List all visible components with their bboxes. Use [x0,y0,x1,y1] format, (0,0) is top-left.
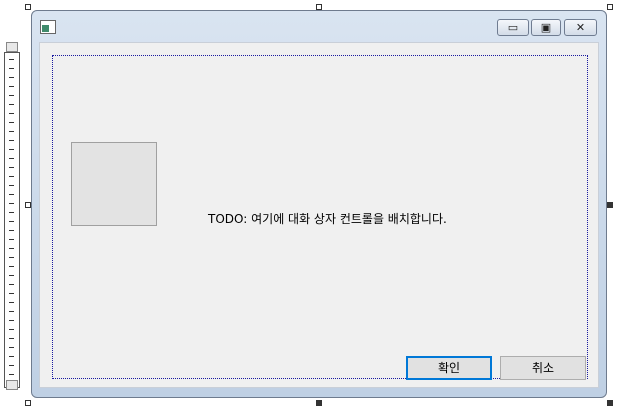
ruler-tick [9,140,14,141]
resize-handle-bottom-left[interactable] [25,400,31,406]
ruler-tick [9,68,14,69]
dialog-client-area: TODO: 여기에 대화 상자 컨트롤을 배치합니다. 확인 취소 [39,42,599,388]
ruler-tick [9,212,14,213]
maximize-button[interactable]: ▣ [531,19,561,36]
minimize-button[interactable]: ▭ [497,19,529,36]
title-bar[interactable]: ▭ ▣ ✕ [32,11,606,41]
dialog-window: ▭ ▣ ✕ TODO: 여기에 대화 상자 컨트롤을 배치합니다. 확인 취소 [31,10,607,398]
ruler-tick [9,356,14,357]
resize-handle-top-right[interactable] [607,4,613,10]
ruler-top-cap[interactable] [6,42,18,52]
ruler-tick [9,347,14,348]
close-icon: ✕ [575,21,586,34]
app-icon [40,20,56,34]
vertical-ruler[interactable] [4,52,20,388]
ruler-tick [9,176,14,177]
ruler-tick [9,77,14,78]
ruler-tick [9,275,14,276]
resize-handle-middle-right[interactable] [607,202,613,208]
ruler-tick [9,59,14,60]
ruler-tick [9,329,14,330]
ruler-tick [9,149,14,150]
ruler-tick [9,104,14,105]
ruler-tick [9,230,14,231]
resize-handle-top-left[interactable] [25,4,31,10]
resize-handle-bottom-center[interactable] [316,400,322,406]
ruler-tick [9,95,14,96]
ruler-tick [9,221,14,222]
ruler-tick [9,320,14,321]
ruler-tick [9,293,14,294]
ruler-tick [9,185,14,186]
todo-static-text: TODO: 여기에 대화 상자 컨트롤을 배치합니다. [208,212,447,226]
ruler-tick [9,302,14,303]
ruler-tick [9,284,14,285]
picture-control[interactable] [71,142,157,226]
cancel-button[interactable]: 취소 [500,356,586,380]
ruler-tick [9,311,14,312]
close-button[interactable]: ✕ [564,19,597,36]
ruler-tick [9,158,14,159]
ruler-tick [9,113,14,114]
ruler-tick [9,365,14,366]
ok-button[interactable]: 확인 [406,356,492,380]
ruler-tick [9,131,14,132]
ruler-tick [9,338,14,339]
ruler-tick [9,266,14,267]
ruler-tick [9,122,14,123]
ruler-tick [9,257,14,258]
ruler-tick [9,194,14,195]
ruler-tick [9,167,14,168]
ruler-tick [9,86,14,87]
resize-handle-bottom-right[interactable] [607,400,613,406]
ruler-tick [9,203,14,204]
maximize-icon: ▣ [540,21,552,34]
minimize-icon: ▭ [507,21,519,34]
ruler-tick [9,248,14,249]
ruler-bottom-cap[interactable] [6,380,18,390]
ruler-tick [9,374,14,375]
ruler-tick [9,239,14,240]
